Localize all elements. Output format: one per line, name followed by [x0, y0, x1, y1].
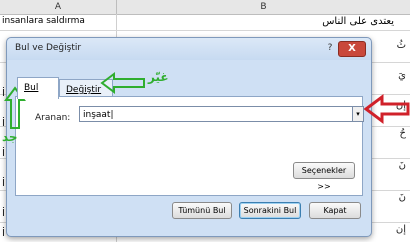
dialog-titlebar[interactable]: Bul ve Değiştir ? X	[7, 38, 371, 60]
cell-b-text[interactable]: إن	[396, 224, 406, 235]
column-header-a[interactable]: A	[0, 0, 117, 15]
find-replace-dialog: Bul ve Değiştir ? X Bul Değiştir Aranan:…	[6, 37, 372, 237]
dialog-title: Bul ve Değiştir	[15, 43, 82, 53]
grid-line	[0, 30, 410, 31]
close-button[interactable]: Kapat	[309, 202, 361, 219]
replace-annotation-label: غيّر	[148, 70, 169, 84]
cell-a1[interactable]: insanlara saldırma	[2, 16, 85, 26]
search-input[interactable]: inşaat|	[79, 106, 353, 122]
cell-a-text[interactable]: İ	[2, 148, 5, 159]
find-all-button[interactable]: Tümünü Bul	[172, 202, 232, 219]
tab-find-label: Bul	[24, 83, 39, 93]
red-left-arrow-icon	[364, 94, 410, 124]
options-button[interactable]: Seçenekler >>	[293, 162, 355, 191]
column-header-b[interactable]: B	[117, 0, 410, 15]
cell-b-text[interactable]: ثُ	[397, 40, 406, 51]
cell-a-text[interactable]: İ	[2, 228, 5, 239]
cell-b-text[interactable]: يَ	[398, 70, 406, 81]
cell-a-text[interactable]: İ	[2, 208, 5, 219]
tab-replace-label: Değiştir	[66, 85, 102, 95]
cell-b-text[interactable]: نَ	[399, 192, 406, 203]
find-annotation-label: جد	[2, 130, 18, 144]
cell-b1[interactable]: يعتدى على الناس	[322, 16, 394, 27]
green-left-arrow-icon	[100, 72, 145, 94]
chevron-down-icon[interactable]: ▾	[353, 106, 364, 122]
cell-b-text[interactable]: حُ	[400, 128, 406, 139]
help-button[interactable]: ?	[323, 42, 337, 55]
search-label: Aranan:	[35, 113, 71, 123]
close-icon[interactable]: X	[338, 41, 366, 57]
tab-find[interactable]: Bul	[17, 77, 59, 99]
cell-b-text[interactable]: نَ	[399, 160, 406, 171]
find-next-button[interactable]: Sonrakini Bul	[239, 202, 301, 219]
cell-a-text[interactable]: İ	[2, 178, 5, 189]
